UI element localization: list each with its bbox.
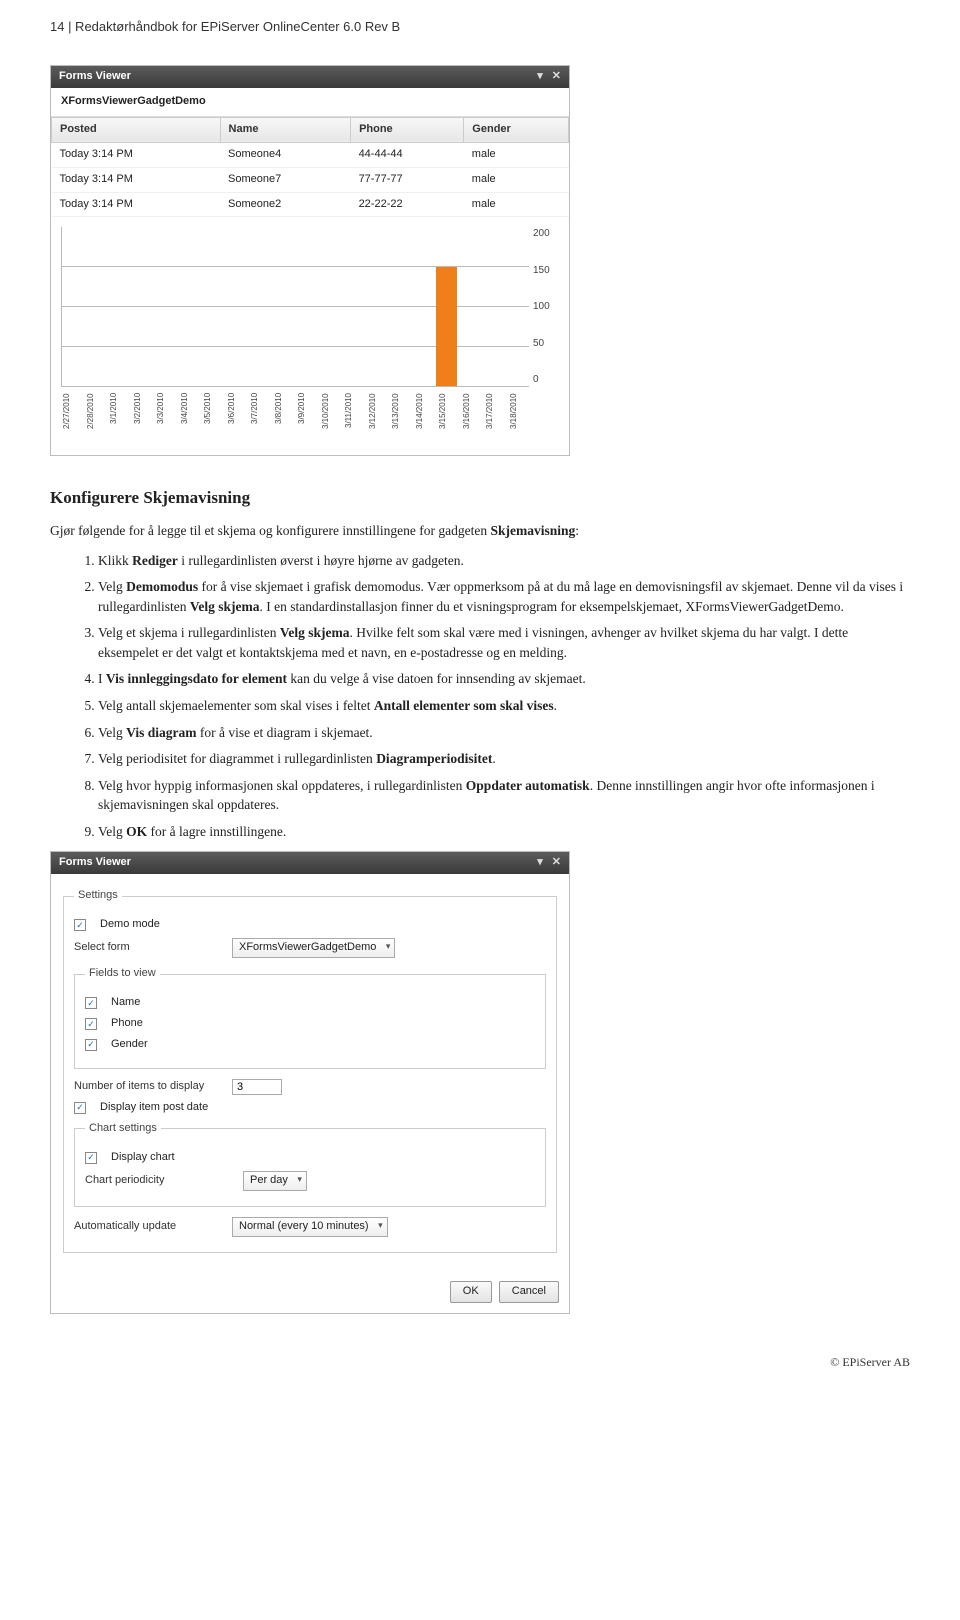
demo-mode-label: Demo mode — [100, 917, 160, 933]
display-chart-checkbox[interactable]: ✓ — [85, 1152, 97, 1164]
close-icon[interactable]: ✕ — [552, 856, 561, 868]
footer-copyright: © EPiServer AB — [50, 1354, 910, 1371]
gadget-title: Forms Viewer — [59, 855, 131, 871]
intro-pre: Gjør følgende for å legge til et skjema … — [50, 523, 490, 538]
chart-fieldset: Chart settings ✓ Display chart Chart per… — [74, 1121, 546, 1207]
select-form-dropdown[interactable]: XFormsViewerGadgetDemo — [232, 938, 395, 958]
chart-grid — [61, 227, 529, 387]
chart-periodicity-label: Chart periodicity — [85, 1173, 235, 1189]
field-label: Phone — [111, 1016, 143, 1032]
step-item: Velg Vis diagram for å vise et diagram i… — [98, 723, 910, 743]
step-item: Velg Demomodus for å vise skjemaet i gra… — [98, 577, 910, 616]
gadget-subtitle: XFormsViewerGadgetDemo — [51, 88, 569, 117]
chart-x-labels: 2/27/20102/28/20103/1/20103/2/20103/3/20… — [51, 391, 569, 455]
chart-y-labels: 200150100500 — [529, 227, 559, 387]
field-label: Name — [111, 995, 140, 1011]
intro-paragraph: Gjør følgende for å legge til et skjema … — [50, 521, 910, 541]
chart-bar — [436, 267, 457, 386]
select-form-label: Select form — [74, 940, 224, 956]
step-item: Velg hvor hyppig informasjonen skal oppd… — [98, 776, 910, 815]
step-item: I Vis innleggingsdato for element kan du… — [98, 669, 910, 689]
table-row: Today 3:14 PMSomeone222-22-22male — [52, 192, 569, 217]
column-header[interactable]: Gender — [464, 117, 569, 142]
step-item: Velg antall skjemaelementer som skal vis… — [98, 696, 910, 716]
fields-fieldset: Fields to view ✓ Name ✓ Phone ✓ Gender — [74, 966, 546, 1069]
step-item: Velg et skjema i rullegardinlisten Velg … — [98, 623, 910, 662]
intro-bold: Skjemavisning — [490, 523, 575, 538]
chart-area: 200150100500 — [51, 217, 569, 391]
step-item: Klikk Rediger i rullegardinlisten øverst… — [98, 551, 910, 571]
display-post-date-label: Display item post date — [100, 1100, 208, 1116]
gadget-titlebar: Forms Viewer ▾ ✕ — [51, 852, 569, 874]
field-checkbox[interactable]: ✓ — [85, 997, 97, 1009]
chart-legend: Chart settings — [85, 1121, 161, 1137]
column-header[interactable]: Posted — [52, 117, 221, 142]
chevron-down-icon[interactable]: ▾ — [537, 856, 543, 868]
step-item: Velg OK for å lagre innstillingene. — [98, 822, 910, 842]
fields-legend: Fields to view — [85, 966, 160, 982]
intro-post: : — [575, 523, 579, 538]
field-checkbox[interactable]: ✓ — [85, 1039, 97, 1051]
forms-viewer-gadget: Forms Viewer ▾ ✕ XFormsViewerGadgetDemo … — [50, 65, 570, 457]
chart-periodicity-dropdown[interactable]: Per day — [243, 1171, 307, 1191]
auto-update-dropdown[interactable]: Normal (every 10 minutes) — [232, 1217, 388, 1237]
demo-mode-checkbox[interactable]: ✓ — [74, 919, 86, 931]
display-chart-label: Display chart — [111, 1150, 175, 1166]
settings-fieldset: Settings ✓ Demo mode Select form XFormsV… — [63, 888, 557, 1252]
num-items-input[interactable] — [232, 1079, 282, 1095]
close-icon[interactable]: ✕ — [552, 70, 561, 82]
gadget-title: Forms Viewer — [59, 69, 131, 85]
table-row: Today 3:14 PMSomeone777-77-77male — [52, 167, 569, 192]
step-item: Velg periodisitet for diagrammet i rulle… — [98, 749, 910, 769]
gadget-titlebar: Forms Viewer ▾ ✕ — [51, 66, 569, 88]
auto-update-label: Automatically update — [74, 1219, 224, 1235]
chevron-down-icon[interactable]: ▾ — [537, 70, 543, 82]
forms-table: PostedNamePhoneGender Today 3:14 PMSomeo… — [51, 117, 569, 218]
display-post-date-checkbox[interactable]: ✓ — [74, 1102, 86, 1114]
section-heading: Konfigurere Skjemavisning — [50, 486, 910, 511]
steps-list: Klikk Rediger i rullegardinlisten øverst… — [50, 551, 910, 842]
ok-button[interactable]: OK — [450, 1281, 492, 1303]
num-items-label: Number of items to display — [74, 1079, 224, 1095]
field-checkbox[interactable]: ✓ — [85, 1018, 97, 1030]
cancel-button[interactable]: Cancel — [499, 1281, 559, 1303]
settings-legend: Settings — [74, 888, 122, 904]
page-header: 14 | Redaktørhåndbok for EPiServer Onlin… — [50, 18, 910, 37]
forms-viewer-settings-gadget: Forms Viewer ▾ ✕ Settings ✓ Demo mode Se… — [50, 851, 570, 1313]
column-header[interactable]: Name — [220, 117, 351, 142]
table-row: Today 3:14 PMSomeone444-44-44male — [52, 142, 569, 167]
field-label: Gender — [111, 1037, 148, 1053]
column-header[interactable]: Phone — [351, 117, 464, 142]
